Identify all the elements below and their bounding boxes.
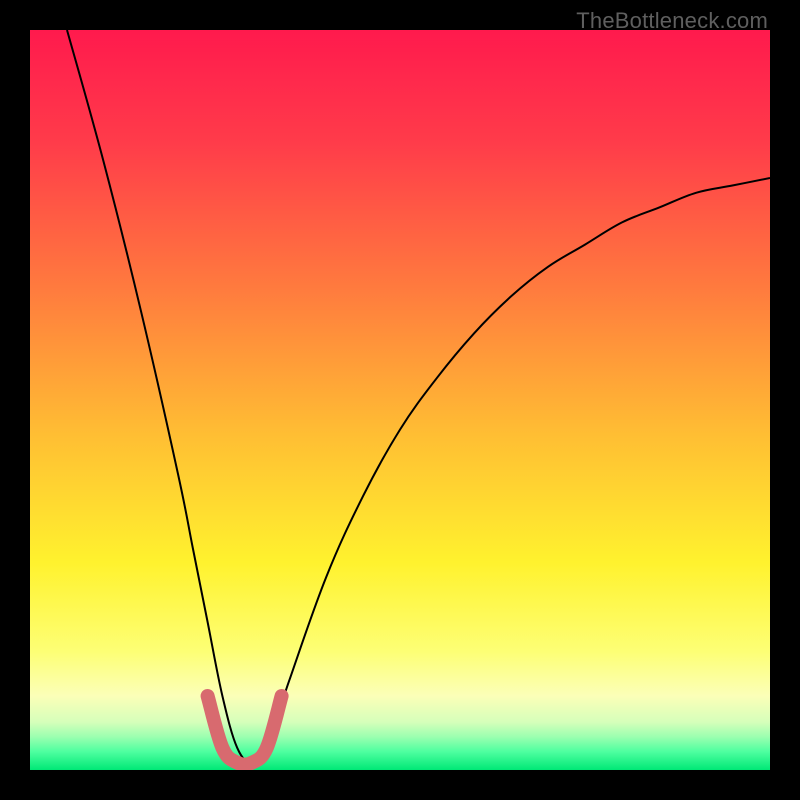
red-overlay-curve [208,696,282,765]
chart-frame: TheBottleneck.com [0,0,800,800]
plot-area [30,30,770,770]
black-curve [67,30,770,763]
chart-curves [30,30,770,770]
